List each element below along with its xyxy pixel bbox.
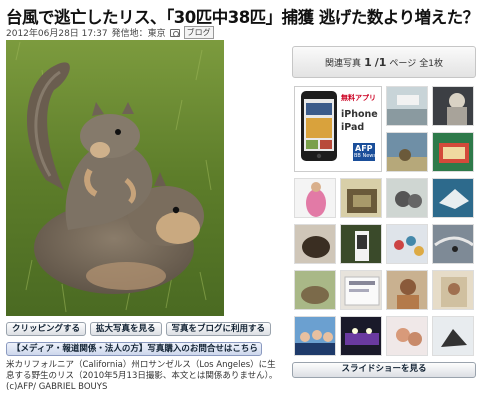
related-photo-thumb[interactable] [386,86,428,126]
main-photo[interactable] [6,40,224,316]
squirrels-photo [6,40,224,316]
photo-caption: 米カリフォルニア（California）州ロサンゼルス（Los Angeles）… [6,360,278,392]
related-photo-thumb[interactable] [294,270,336,310]
related-photo-thumb[interactable] [432,224,474,264]
enlarge-photo-button[interactable]: 拡大写真を見る [90,322,162,336]
app-device-iphone: iPhone [341,109,378,120]
article-headline: 台風で逃亡したリス、「30匹中38匹」捕獲 逃げた数より増えた？ [6,8,479,27]
article-date: 2012年06月28日 17:37 [6,29,108,39]
app-device-ipad: iPad [341,122,365,133]
related-photo-thumb[interactable] [386,224,428,264]
page-label: ページ [389,58,417,69]
slideshow-button[interactable]: スライドショーを見る [292,362,476,378]
related-photo-thumb[interactable] [386,132,428,172]
related-photo-thumb[interactable] [432,270,474,310]
related-photo-thumb[interactable] [432,132,474,172]
related-photos-title: 関連写真 [325,58,362,69]
clipping-button[interactable]: クリッピングする [6,322,87,336]
related-photo-thumb[interactable] [340,224,382,264]
related-photo-thumb[interactable] [294,316,336,356]
related-photos-header: 関連写真 1 /1 ページ 全1枚 [292,46,476,78]
page-current: 1 [364,55,372,69]
related-photo-thumb[interactable] [340,316,382,356]
media-inquiry-link[interactable]: 【メディア・報道関係・法人の方】写真購入のお問合せはこちら [6,342,262,356]
photo-count: 全1枚 [419,58,443,69]
related-photo-thumb[interactable] [432,86,474,126]
related-photo-thumb[interactable] [294,224,336,264]
related-photos-panel: 関連写真 1 /1 ページ 全1枚 無料アプリ iPhone iPad AFP … [292,46,476,356]
related-photo-thumb[interactable] [432,178,474,218]
page-total: /1 [374,55,387,69]
related-photo-thumb[interactable] [386,270,428,310]
related-photo-thumb[interactable] [386,178,428,218]
app-label: 無料アプリ [341,94,376,102]
blog-link[interactable]: ブログ [183,26,214,39]
afp-logo-sub: BB News [354,153,376,159]
related-photo-thumb[interactable] [340,270,382,310]
article-meta: 2012年06月28日 17:37 発信地：東京 ブログ [6,26,214,39]
photo-action-buttons: クリッピングする 拡大写真を見る 写真をブログに利用する [6,322,272,336]
afp-logo: AFP [355,144,373,153]
related-photo-thumb[interactable] [386,316,428,356]
related-photos-grid: 無料アプリ iPhone iPad AFP BB News [294,86,476,358]
featured-app-banner[interactable]: 無料アプリ iPhone iPad AFP BB News [294,86,382,172]
related-photo-thumb[interactable] [340,178,382,218]
article-dateline: 発信地：東京 [111,29,166,39]
use-in-blog-button[interactable]: 写真をブログに利用する [165,322,272,336]
camera-icon[interactable] [169,28,180,37]
related-photo-thumb[interactable] [432,316,474,356]
related-photo-thumb[interactable] [294,178,336,218]
